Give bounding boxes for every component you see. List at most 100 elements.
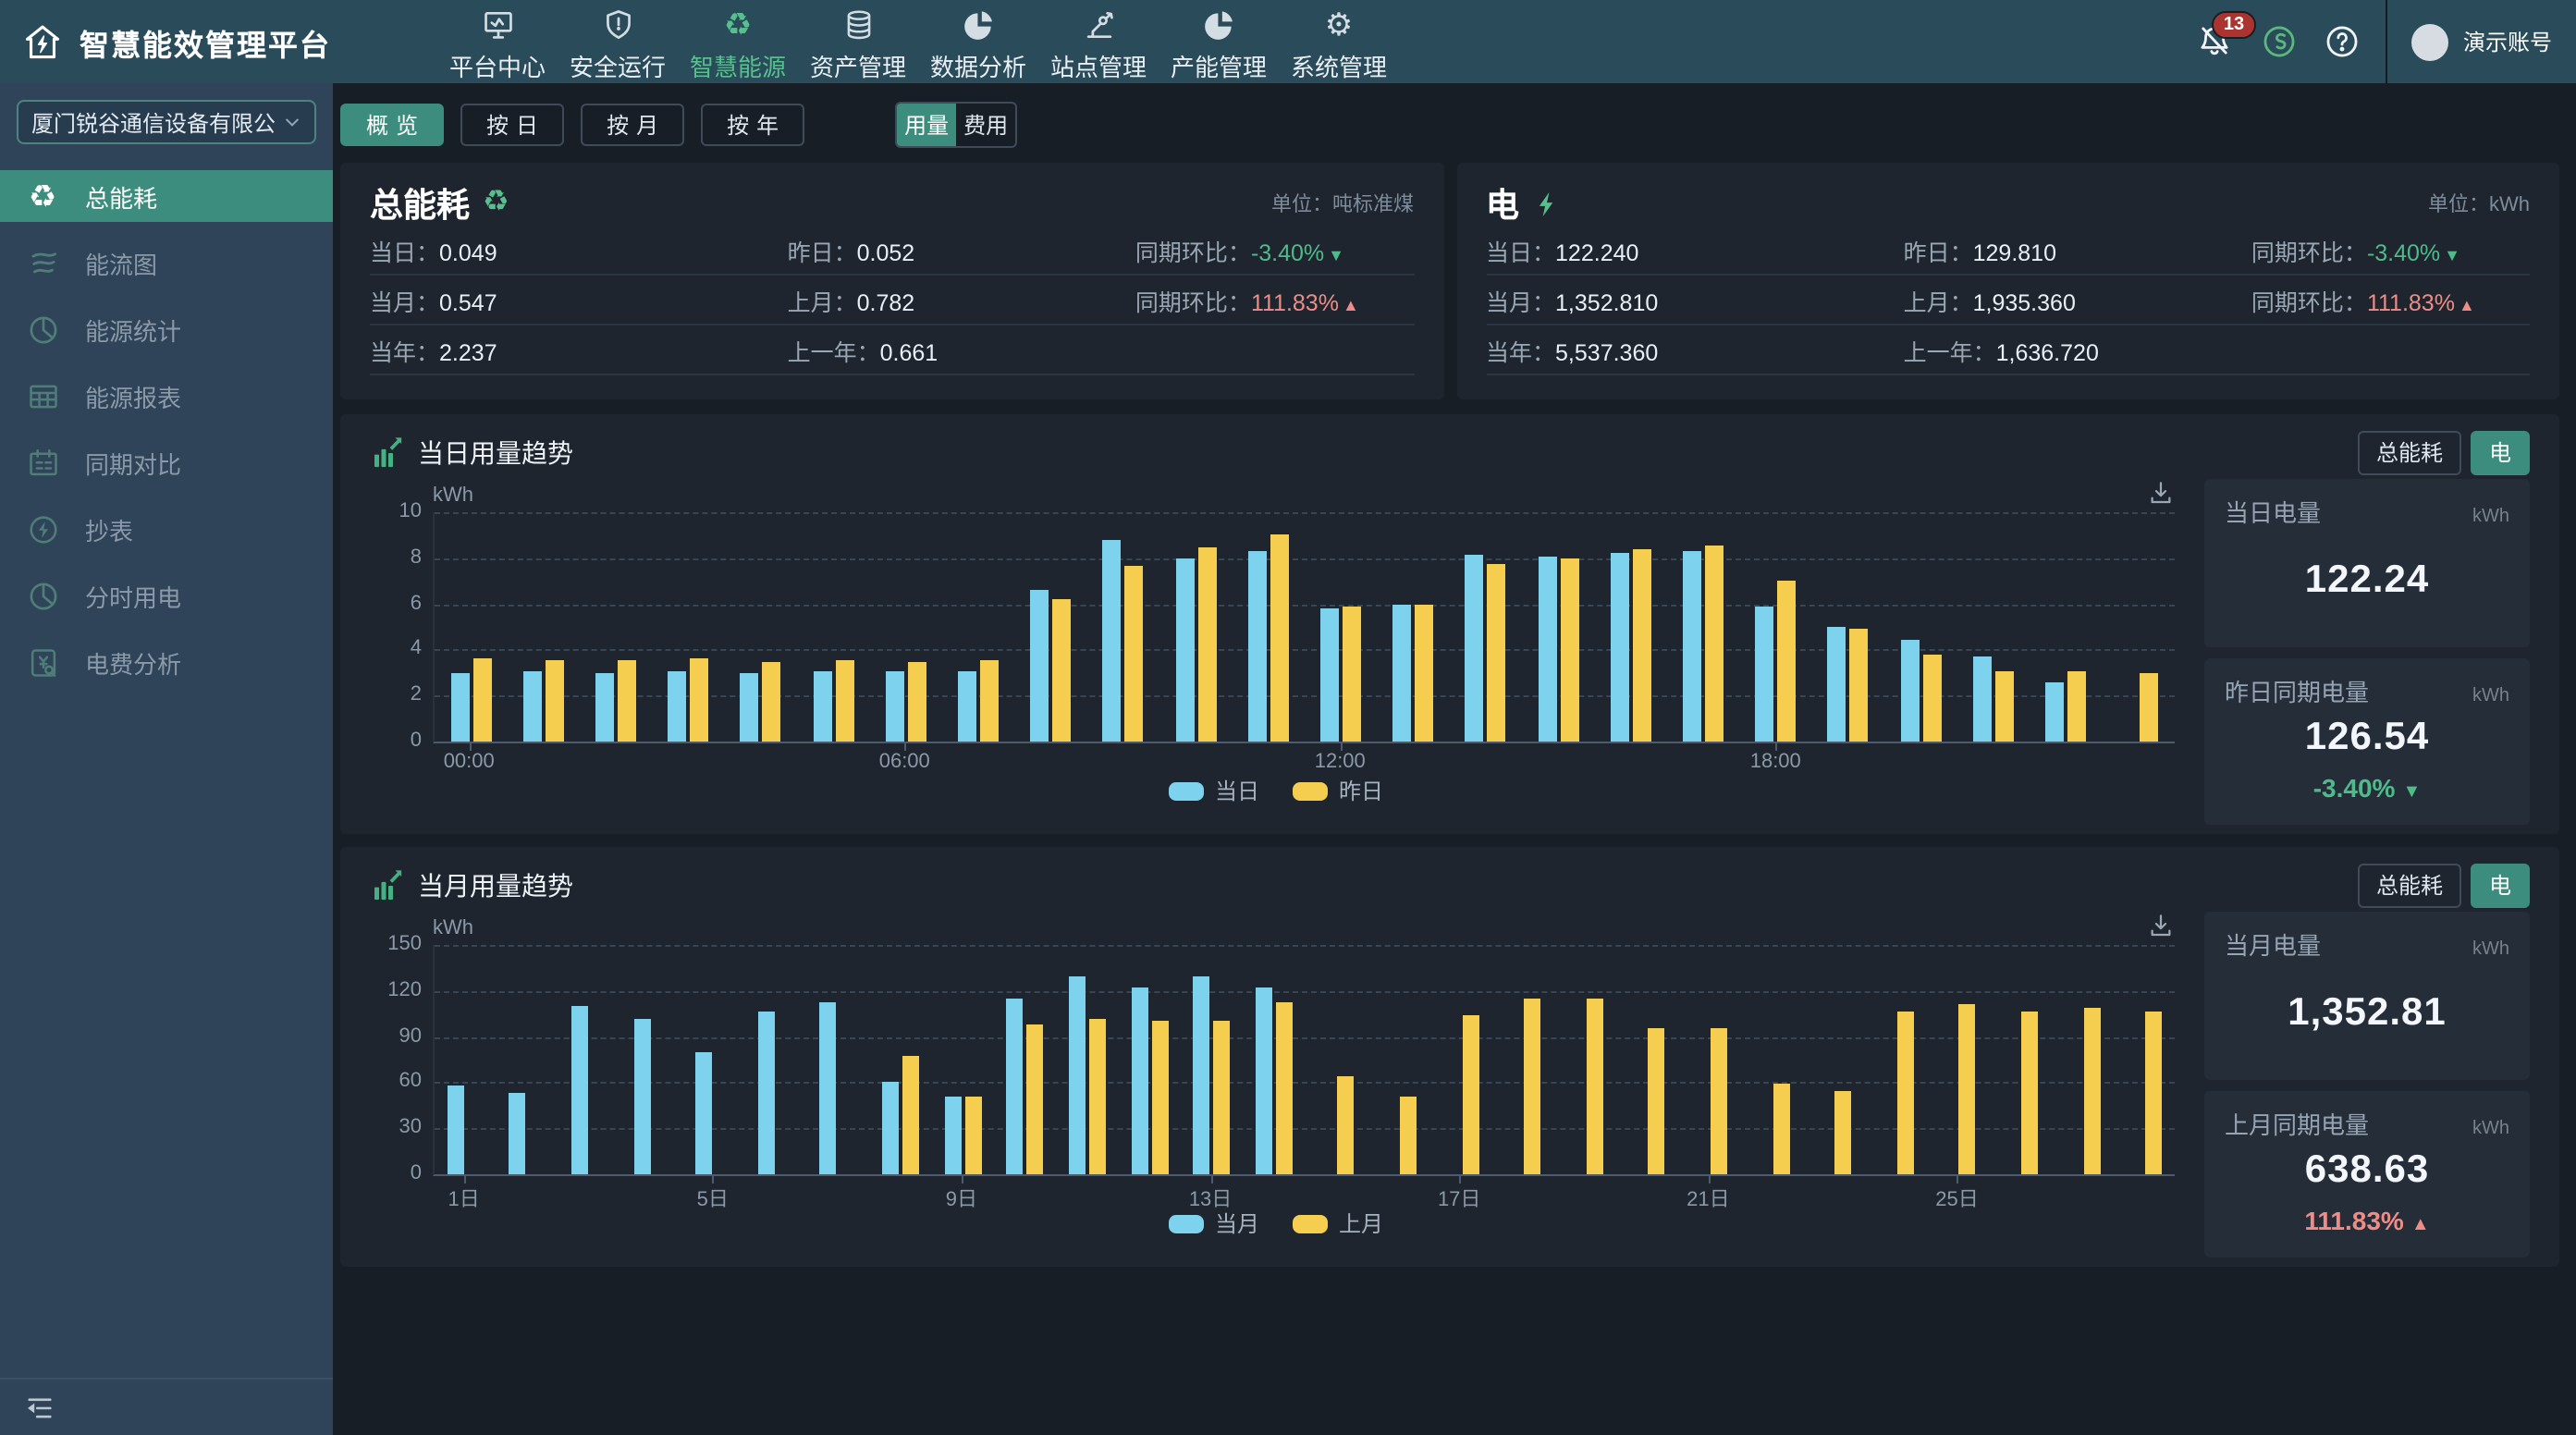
bar-上月	[1834, 1092, 1851, 1174]
help-icon[interactable]	[2323, 22, 2361, 61]
bar-group-9日	[932, 945, 994, 1174]
bar-group-10:00	[1159, 512, 1232, 742]
summary-cell: 同期环比：-3.40%▼	[2251, 232, 2530, 267]
bar-上月	[1897, 1012, 1914, 1174]
collapse-sidebar-icon[interactable]	[24, 1392, 55, 1423]
summary-cell-value: -3.40%	[1251, 239, 1324, 265]
bar-group-11日	[1056, 945, 1118, 1174]
summary-cell-label: 同期环比：	[1135, 289, 1251, 315]
bar-group-07:00	[942, 512, 1014, 742]
house-bolt-logo-icon	[22, 21, 63, 62]
trend-type-button-电[interactable]: 电	[2471, 430, 2530, 474]
sidebar-item-总能耗[interactable]: ♻总能耗	[0, 170, 333, 222]
view-tab-按日[interactable]: 按日	[460, 104, 564, 146]
notifications-button[interactable]: 13	[2195, 19, 2236, 64]
summary-card-header: 电单位：kWh	[1486, 181, 2530, 226]
sidebar-item-能源报表[interactable]: 能源报表	[0, 370, 333, 422]
bar-当月	[448, 1085, 464, 1174]
y-tick-label: 6	[411, 594, 422, 614]
summary-cell-label: 上一年：	[1904, 339, 1996, 365]
sidebar-item-同期对比[interactable]: 同期对比	[0, 436, 333, 488]
pie-outline-icon	[25, 312, 60, 347]
trend-type-button-电[interactable]: 电	[2471, 863, 2530, 907]
summary-cell-label: 当年：	[1486, 339, 1555, 365]
summary-cell: 当年：2.237	[370, 332, 788, 367]
pie-icon	[1201, 6, 1236, 42]
bar-group-4日	[621, 945, 683, 1174]
bar-昨日	[546, 660, 564, 742]
stat-box-当日电量: 当日电量kWh122.24	[2204, 479, 2530, 646]
bar-当日	[1466, 555, 1484, 742]
mode-tab-用量[interactable]: 用量	[897, 104, 956, 146]
main-menu: 平台中心安全运行♻智慧能源资产管理数据分析站点管理产能管理⚙系统管理	[444, 1, 1392, 82]
download-chart-button[interactable]	[2147, 912, 2175, 939]
legend-item-昨日[interactable]: 昨日	[1293, 775, 1383, 806]
stat-box-mid: 126.54-3.40%▼	[2225, 707, 2509, 810]
sidebar-item-电费分析[interactable]: 电费分析	[0, 636, 333, 688]
bar-上月	[1711, 1029, 1727, 1174]
database-icon	[840, 6, 876, 42]
robot-icon	[1081, 6, 1116, 42]
legend-item-上月[interactable]: 上月	[1293, 1208, 1383, 1239]
y-tick-label: 150	[387, 935, 422, 955]
sidebar-item-能流图[interactable]: 能流图	[0, 237, 333, 288]
nav-item-数据分析[interactable]: 数据分析	[925, 1, 1032, 82]
bar-group-13:00	[1377, 512, 1449, 742]
summary-cell: 上月：1,935.360	[1904, 282, 2251, 317]
sidebar-item-label: 能源报表	[85, 378, 181, 413]
bar-group-5日	[683, 945, 745, 1174]
view-tab-按年[interactable]: 按年	[701, 104, 804, 146]
summary-cell: 当日：122.240	[1486, 232, 1904, 267]
nav-item-平台中心[interactable]: 平台中心	[444, 1, 551, 82]
legend-swatch	[1293, 1214, 1328, 1233]
health-link-icon[interactable]	[2260, 22, 2299, 61]
plot-outer: 0306090120150	[433, 945, 2175, 1176]
user-menu[interactable]: 演示账号	[2411, 23, 2552, 60]
stat-unit: kWh	[2472, 1118, 2509, 1138]
stat-value: 122.24	[2225, 558, 2509, 603]
bar-当日	[1973, 656, 1992, 742]
summary-card-电: 电单位：kWh当日：122.240昨日：129.810同期环比：-3.40%▼当…	[1456, 163, 2559, 399]
nav-item-系统管理[interactable]: ⚙系统管理	[1285, 1, 1392, 82]
sidebar-item-能源统计[interactable]: 能源统计	[0, 303, 333, 355]
bar-group-14日	[1243, 945, 1305, 1174]
bar-昨日	[1633, 549, 1651, 742]
company-select-value: 厦门锐谷通信设备有限公司	[31, 106, 276, 138]
bar-上月	[1089, 1018, 1106, 1174]
flow-icon	[25, 245, 60, 280]
sidebar-item-抄表[interactable]: 抄表	[0, 503, 333, 555]
bar-当日	[1030, 590, 1049, 742]
y-tick-label: 90	[399, 1026, 423, 1047]
nav-item-资产管理[interactable]: 资产管理	[804, 1, 912, 82]
nav-item-产能管理[interactable]: 产能管理	[1165, 1, 1272, 82]
bar-group-21:00	[1957, 512, 2030, 742]
stat-delta: -3.40%▼	[2225, 773, 2509, 803]
nav-item-智慧能源[interactable]: ♻智慧能源	[684, 1, 791, 82]
trend-card-当月用量趋势: 当月用量趋势总能耗电kWh03060901201501日5日9日13日17日21…	[340, 847, 2559, 1267]
chart-area: kWh024681000:0006:0012:0018:00当日昨日	[370, 477, 2182, 825]
nav-item-安全运行[interactable]: 安全运行	[564, 1, 671, 82]
company-select[interactable]: 厦门锐谷通信设备有限公司	[17, 100, 316, 144]
view-tab-概览[interactable]: 概览	[340, 104, 444, 146]
trend-type-button-总能耗[interactable]: 总能耗	[2358, 430, 2461, 474]
avatar	[2411, 23, 2448, 60]
bar-group-17:00	[1667, 512, 1739, 742]
trend-type-button-总能耗[interactable]: 总能耗	[2358, 863, 2461, 907]
sidebar: 厦门锐谷通信设备有限公司 ♻总能耗能流图能源统计能源报表同期对比抄表分时用电电费…	[0, 83, 333, 1435]
bar-上月	[1151, 1022, 1168, 1174]
sidebar-item-分时用电[interactable]: 分时用电	[0, 570, 333, 621]
mode-tab-费用[interactable]: 费用	[956, 104, 1015, 146]
nav-item-站点管理[interactable]: 站点管理	[1045, 1, 1152, 82]
view-tab-按月[interactable]: 按月	[581, 104, 684, 146]
brand: 智慧能效管理平台	[0, 19, 444, 64]
legend-item-当日[interactable]: 当日	[1169, 775, 1259, 806]
y-tick-label: 4	[411, 640, 422, 660]
y-tick-label: 0	[411, 1164, 422, 1184]
download-chart-button[interactable]	[2147, 479, 2175, 507]
table-icon	[25, 378, 60, 413]
bar-昨日	[1125, 565, 1144, 742]
bar-group-03:00	[652, 512, 724, 742]
user-name: 演示账号	[2463, 26, 2552, 57]
bar-chart-plot: 0246810	[433, 512, 2175, 743]
x-axis-tick	[1340, 743, 1342, 751]
